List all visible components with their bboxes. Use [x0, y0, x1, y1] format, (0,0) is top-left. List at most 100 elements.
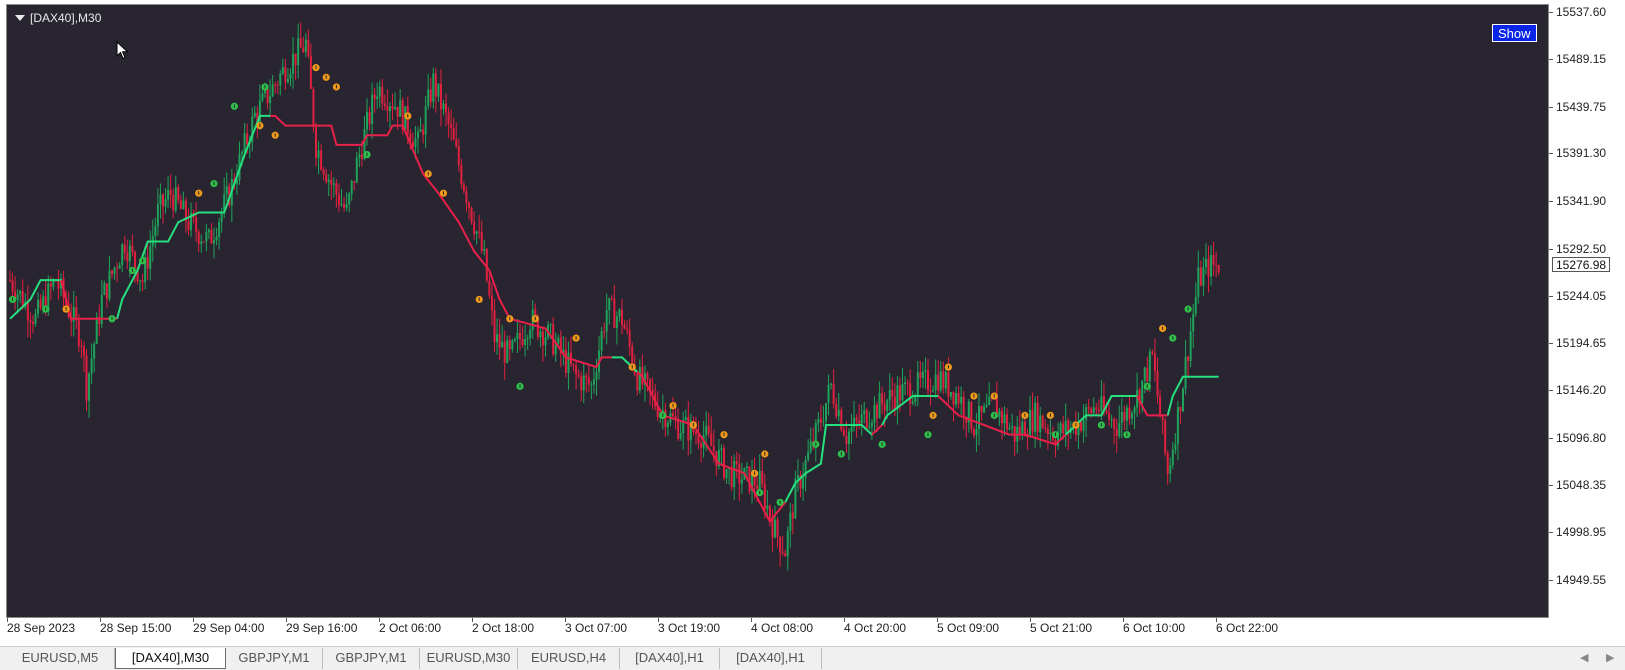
- candle-body: [687, 416, 690, 441]
- candle-body: [93, 343, 96, 359]
- candle-body: [371, 94, 374, 124]
- candle-body: [781, 552, 784, 554]
- candle-body: [373, 94, 376, 100]
- candle-body: [1151, 351, 1154, 354]
- chart-tab[interactable]: [DAX40],H1: [620, 648, 720, 669]
- candle-body: [276, 84, 279, 86]
- candle-body: [944, 371, 947, 389]
- chart-tab[interactable]: EURUSD,M5: [6, 648, 115, 669]
- candle-body: [429, 89, 432, 102]
- candle-body: [457, 146, 460, 166]
- candle-body: [534, 309, 537, 316]
- candle-body: [587, 377, 590, 385]
- chart-tab[interactable]: GBPJPY,M1: [323, 648, 420, 669]
- candle-body: [488, 280, 491, 296]
- time-label: 29 Sep 04:00: [193, 621, 265, 635]
- candle-body: [590, 384, 593, 386]
- candle-body: [172, 194, 175, 211]
- candle-body: [1092, 407, 1095, 413]
- chart-symbol-title[interactable]: [DAX40],M30: [15, 11, 101, 25]
- scroll-left-icon[interactable]: ◀: [1580, 651, 1588, 664]
- scroll-right-icon[interactable]: ▶: [1606, 651, 1614, 664]
- price-axis[interactable]: 15537.60 15489.15 15439.75 15391.30 15341.90…: [1549, 4, 1625, 618]
- candle-body: [419, 129, 422, 132]
- candle-body: [131, 245, 134, 252]
- candle-body: [167, 189, 170, 200]
- sell-signal-icon: [990, 392, 998, 400]
- candle-body: [784, 553, 787, 557]
- candle-body: [391, 106, 394, 109]
- candle-body: [850, 427, 853, 432]
- candle-body: [1113, 419, 1116, 429]
- candle-body: [320, 150, 323, 170]
- buy-signal-icon: [1169, 334, 1177, 342]
- time-axis[interactable]: 28 Sep 2023 28 Sep 15:00 29 Sep 04:00 29 Se…: [6, 618, 1549, 640]
- chart-tab[interactable]: EURUSD,H4: [518, 648, 620, 669]
- sell-signal-icon: [271, 131, 279, 139]
- candle-body: [1153, 353, 1156, 372]
- time-label: 3 Oct 07:00: [565, 621, 628, 635]
- candle-body: [261, 93, 264, 101]
- candle-body: [465, 191, 468, 203]
- candle-body: [1087, 407, 1090, 409]
- chart-tab[interactable]: EURUSD,M30: [420, 648, 518, 669]
- candle-body: [1110, 419, 1113, 421]
- candle-body: [493, 310, 496, 343]
- candle-body: [315, 126, 317, 158]
- buy-signal-icon: [128, 266, 136, 275]
- candle-body: [501, 341, 504, 348]
- candle-body: [480, 231, 483, 252]
- chart-tab[interactable]: [DAX40],H1: [720, 648, 822, 669]
- candle-body: [195, 217, 198, 232]
- candle-body: [9, 280, 11, 282]
- candle-body: [37, 299, 40, 314]
- sell-signal-icon: [322, 73, 330, 81]
- candle-body: [603, 331, 606, 333]
- candle-body: [638, 367, 641, 391]
- candle-body: [830, 383, 833, 385]
- chart-tab[interactable]: GBPJPY,M1: [226, 648, 323, 669]
- chart-tab-bar: ◀ ▶ EURUSD,M5 [DAX40],M30 GBPJPY,M1 GBPJPY,…: [0, 646, 1625, 670]
- candle-body: [353, 180, 356, 183]
- candle-body: [896, 385, 899, 410]
- buy-signal-icon: [1143, 382, 1151, 390]
- candle-body: [628, 330, 631, 347]
- candle-body: [378, 86, 381, 97]
- candle-body: [955, 393, 958, 405]
- price-label: 15489.15: [1556, 51, 1607, 66]
- candle-body: [243, 133, 246, 153]
- sell-signal-icon: [751, 469, 759, 477]
- candle-body: [855, 417, 858, 421]
- price-label: 15146.20: [1556, 383, 1607, 398]
- candle-body: [289, 73, 292, 79]
- candle-body: [802, 477, 805, 489]
- price-chart[interactable]: [7, 5, 1548, 617]
- candle-body: [817, 419, 820, 423]
- candle-body: [516, 332, 519, 340]
- chart-tab[interactable]: [DAX40],M30: [115, 648, 226, 669]
- candle-body: [116, 267, 119, 269]
- candle-body: [720, 448, 723, 451]
- candle-body: [909, 383, 912, 404]
- candle-body: [1207, 258, 1210, 277]
- show-button[interactable]: Show: [1492, 24, 1537, 42]
- candle-body: [1095, 407, 1098, 410]
- candle-body: [513, 339, 516, 341]
- price-tick: [1549, 295, 1553, 297]
- sell-signal-icon: [1159, 324, 1167, 333]
- candle-body: [1011, 426, 1014, 428]
- price-tick: [1549, 437, 1553, 439]
- candle-body: [1174, 444, 1177, 450]
- candle-body: [1184, 356, 1187, 389]
- chart-plot-area[interactable]: [DAX40],M30 Show: [7, 5, 1548, 617]
- buy-signal-icon: [8, 295, 17, 304]
- candle-body: [876, 404, 878, 419]
- candle-body: [863, 410, 866, 415]
- sell-signal-icon: [1072, 421, 1080, 429]
- candle-body: [269, 96, 272, 104]
- candle-body: [218, 221, 221, 238]
- collapse-triangle-icon[interactable]: [15, 15, 25, 21]
- candle-body: [182, 200, 185, 209]
- candle-body: [156, 204, 159, 227]
- candle-body: [317, 150, 320, 158]
